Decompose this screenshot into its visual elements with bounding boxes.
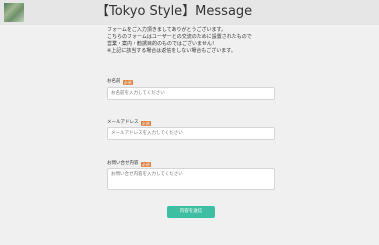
site-logo-icon[interactable] bbox=[4, 3, 24, 22]
page-title: 【Tokyo Style】Message bbox=[96, 4, 253, 19]
name-label: お名前 bbox=[107, 79, 121, 84]
message-textarea[interactable] bbox=[107, 168, 275, 190]
email-input[interactable] bbox=[107, 127, 275, 140]
message-label-row: お問い合せ内容 必須 bbox=[107, 161, 152, 167]
required-badge: 必須 bbox=[140, 161, 152, 167]
page: 【Tokyo Style】Message フォームをご入力頂きましてありがとうご… bbox=[0, 0, 379, 245]
intro-line: ※上記に該当する場合は返信をしない場合もございます。 bbox=[107, 48, 236, 54]
submit-button[interactable]: 内容を送信 bbox=[167, 206, 215, 218]
message-label: お問い合せ内容 bbox=[107, 161, 139, 166]
intro-line: フォームをご入力頂きましてありがとうございます。 bbox=[107, 27, 227, 33]
email-label-row: メールアドレス 必須 bbox=[107, 120, 152, 126]
name-input[interactable] bbox=[107, 87, 275, 100]
required-badge: 必須 bbox=[122, 79, 134, 85]
name-label-row: お名前 必須 bbox=[107, 79, 134, 85]
intro-text: フォームをご入力頂きましてありがとうございます。 こちらのフォームはユーザーとの… bbox=[107, 27, 252, 55]
required-badge: 必須 bbox=[140, 120, 152, 126]
site-header: 【Tokyo Style】Message bbox=[0, 0, 379, 25]
intro-line: こちらのフォームはユーザーとの交流のために設置されたもので bbox=[107, 34, 252, 40]
email-label: メールアドレス bbox=[107, 120, 139, 125]
intro-line: 営業・案内・勧誘目的のものではございません！ bbox=[107, 41, 217, 47]
